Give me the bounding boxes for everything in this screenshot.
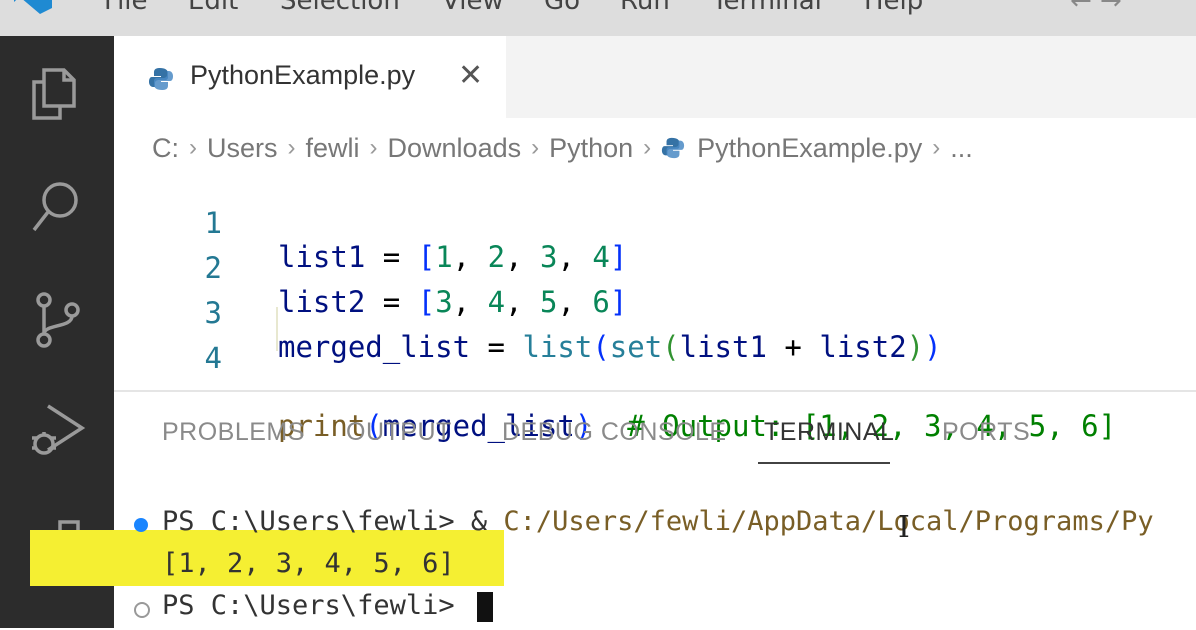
source-control-icon[interactable] (26, 288, 88, 350)
breadcrumb-users[interactable]: Users (207, 133, 278, 164)
tab-debug-console[interactable]: DEBUG CONSOLE (502, 418, 727, 447)
menu-bar: File Edit Selection View Go Run Terminal… (0, 0, 1196, 36)
chevron-right-icon: › (531, 134, 540, 161)
breadcrumb: C: › Users › fewli › Downloads › Python … (152, 128, 973, 168)
menu-terminal[interactable]: Terminal (712, 0, 822, 16)
terminal-command-path: C:/Users/fewli/AppData/Local/Programs/Py (503, 506, 1154, 537)
breadcrumb-downloads[interactable]: Downloads (388, 133, 522, 164)
command-success-icon[interactable] (134, 518, 148, 532)
explorer-icon[interactable] (26, 62, 88, 124)
python-file-icon (149, 68, 173, 90)
breadcrumb-more[interactable]: ... (950, 133, 973, 164)
code-editor[interactable]: 1 list1 = [1, 2, 3, 4] 2 list2 = [3, 4, … (114, 170, 1196, 443)
terminal-line: PS C:\Users\fewli> & C:/Users/fewli/AppD… (114, 504, 1196, 546)
menu-selection[interactable]: Selection (280, 0, 400, 16)
code-line[interactable]: 1 list1 = [1, 2, 3, 4] (114, 172, 1196, 274)
terminal-prompt: PS C:\Users\fewli> (162, 590, 471, 621)
nav-arrows[interactable]: ← → (1070, 0, 1122, 16)
menu-edit[interactable]: Edit (188, 0, 238, 16)
tab-terminal[interactable]: TERMINAL (764, 418, 894, 447)
line-number: 4 (204, 341, 222, 375)
terminal-line: [1, 2, 3, 4, 5, 6] (114, 546, 1196, 588)
active-tab-indicator (758, 462, 890, 464)
tab-ports[interactable]: PORTS (942, 418, 1030, 447)
terminal-output: [1, 2, 3, 4, 5, 6] (162, 548, 455, 579)
menu-go[interactable]: Go (544, 0, 580, 16)
code-line[interactable]: 4 print(merged_list) # Output: [1, 2, 3,… (114, 307, 1196, 443)
command-pending-icon (134, 602, 150, 618)
chevron-right-icon: › (189, 134, 197, 161)
breadcrumb-drive[interactable]: C: (152, 133, 179, 164)
python-file-icon (662, 137, 685, 159)
vscode-logo-icon (14, 0, 52, 14)
menu-run[interactable]: Run (620, 0, 670, 16)
run-debug-icon[interactable] (26, 398, 88, 460)
terminal-operator: & (470, 506, 504, 537)
chevron-right-icon: › (643, 134, 652, 161)
code-line[interactable]: 3 merged_list = list(set(list1 + list2)) (114, 262, 1196, 364)
tab-problems[interactable]: PROBLEMS (162, 418, 305, 447)
terminal[interactable]: PS C:\Users\fewli> & C:/Users/fewli/AppD… (114, 500, 1196, 628)
menu-view[interactable]: View (442, 0, 504, 16)
breadcrumb-file[interactable]: PythonExample.py (697, 133, 922, 164)
tab-output[interactable]: OUTPUT (346, 418, 452, 447)
breadcrumb-python[interactable]: Python (549, 133, 633, 164)
chevron-right-icon: › (287, 134, 296, 161)
tab-label: PythonExample.py (190, 60, 416, 90)
breadcrumb-fewli[interactable]: fewli (306, 133, 360, 164)
search-icon[interactable] (26, 176, 88, 238)
editor-tabs: PythonExample.py ✕ (114, 36, 1196, 120)
indent-guide (276, 307, 278, 351)
menu-file[interactable]: File (104, 0, 148, 16)
tab-pythonexample[interactable]: PythonExample.py ✕ (114, 36, 506, 120)
text-cursor-icon: I (898, 510, 910, 545)
chevron-right-icon: › (369, 134, 378, 161)
close-icon[interactable]: ✕ (458, 58, 483, 93)
terminal-cursor (476, 591, 493, 622)
menu-help[interactable]: Help (864, 0, 923, 16)
chevron-right-icon: › (932, 134, 941, 161)
terminal-line: PS C:\Users\fewli> (114, 588, 1196, 630)
panel-tabs: PROBLEMS OUTPUT DEBUG CONSOLE TERMINAL P… (114, 392, 1196, 482)
terminal-prompt: PS C:\Users\fewli> (162, 506, 471, 537)
code-line[interactable]: 2 list2 = [3, 4, 5, 6] (114, 217, 1196, 319)
